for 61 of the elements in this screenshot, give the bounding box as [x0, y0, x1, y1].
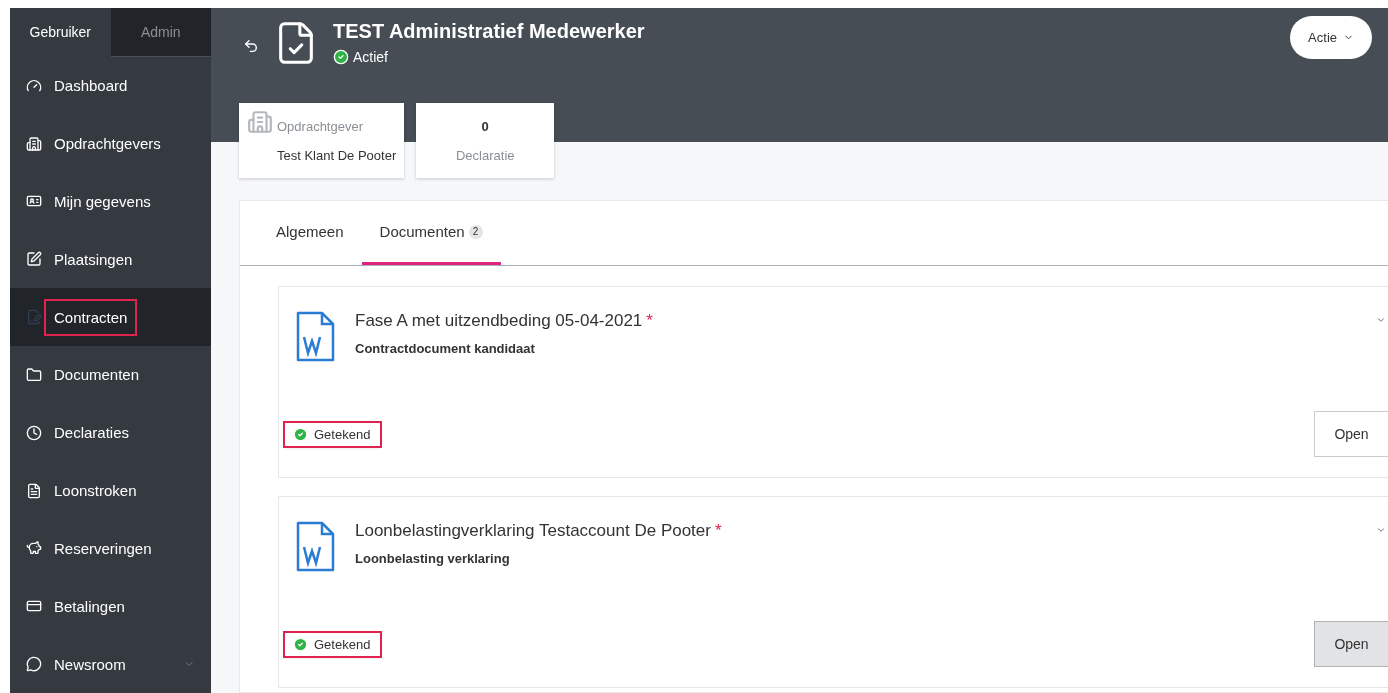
menu-item-icon	[26, 366, 42, 383]
check-icon	[333, 49, 349, 65]
sidebar-item[interactable]: Declaraties	[10, 403, 211, 462]
card-label: Declaratie	[455, 147, 515, 163]
word-document-icon	[295, 311, 335, 363]
sidebar-item[interactable]: Newsroom	[10, 635, 211, 693]
sidebar-tab[interactable]: Admin	[110, 8, 211, 57]
menu-item-label: Betalingen	[54, 597, 125, 615]
page-title: TEST Administratief Medewerker	[333, 20, 645, 43]
expand-icon[interactable]	[1376, 525, 1386, 535]
sidebar-item[interactable]: Loonstroken	[10, 461, 211, 520]
document-subtitle: Contractdocument kandidaat	[355, 341, 536, 356]
menu-item-label: Documenten	[54, 366, 140, 384]
sidebar-item[interactable]: Contracten	[10, 288, 211, 346]
card-value: Test Klant De Pooter	[277, 147, 397, 163]
menu-item-icon	[26, 656, 42, 673]
sidebar-item[interactable]: Opdrachtgevers	[10, 114, 211, 173]
document-title: Fase A met uitzendbeding 05-04-2021	[355, 311, 643, 330]
word-document-icon	[295, 521, 335, 573]
building-icon	[247, 109, 273, 135]
menu-item-icon	[26, 77, 42, 94]
tab[interactable]: Documenten 2	[361, 201, 501, 265]
sidebar-item[interactable]: Documenten	[10, 346, 211, 404]
menu-item-label: Plaatsingen	[54, 250, 133, 268]
action-button[interactable]: Actie	[1290, 16, 1372, 59]
menu-item-label: Mijn gegevens	[54, 192, 151, 210]
document-subtitle: Loonbelasting verklaring	[355, 551, 511, 566]
menu-item-label: Contracten	[46, 300, 136, 334]
check-icon	[293, 636, 308, 652]
menu-item-icon	[26, 309, 42, 326]
menu-item-label: Opdrachtgevers	[54, 135, 161, 153]
sidebar-item[interactable]: Reserveringen	[10, 519, 211, 578]
back-icon[interactable]	[243, 38, 259, 54]
menu-item-icon	[26, 482, 42, 499]
status-label: Getekend	[314, 636, 371, 652]
menu-item-icon	[26, 424, 42, 441]
menu-item-icon	[26, 135, 42, 152]
menu-item-icon	[26, 540, 42, 557]
expand-icon[interactable]	[1376, 315, 1386, 325]
status-label: Getekend	[314, 426, 371, 442]
sidebar-item[interactable]: Mijn gegevens	[10, 172, 211, 231]
menu-item-label: Dashboard	[54, 77, 128, 95]
menu-item-label: Declaraties	[54, 424, 130, 442]
open-button[interactable]: Open	[1314, 411, 1388, 457]
check-icon	[293, 426, 308, 442]
menu-item-label: Loonstroken	[54, 482, 137, 500]
status-label: Actief	[353, 49, 388, 65]
card-label: Opdrachtgever	[277, 118, 363, 134]
sidebar-item[interactable]: Plaatsingen	[10, 230, 211, 289]
count-badge: 2	[468, 224, 483, 239]
open-button[interactable]: Open	[1314, 621, 1388, 667]
sidebar-item[interactable]: Dashboard	[10, 56, 211, 115]
menu-item-label: Reserveringen	[54, 539, 152, 557]
required-mark: *	[646, 311, 653, 330]
menu-item-label: Newsroom	[54, 655, 126, 673]
sidebar-item[interactable]: Betalingen	[10, 577, 211, 636]
tab[interactable]: Algemeen	[258, 201, 362, 265]
menu-item-icon	[26, 251, 42, 268]
card-value: 0	[481, 118, 489, 134]
required-mark: *	[714, 521, 722, 540]
document-title: Loonbelastingverklaring Testaccount De Pooter	[355, 521, 711, 540]
